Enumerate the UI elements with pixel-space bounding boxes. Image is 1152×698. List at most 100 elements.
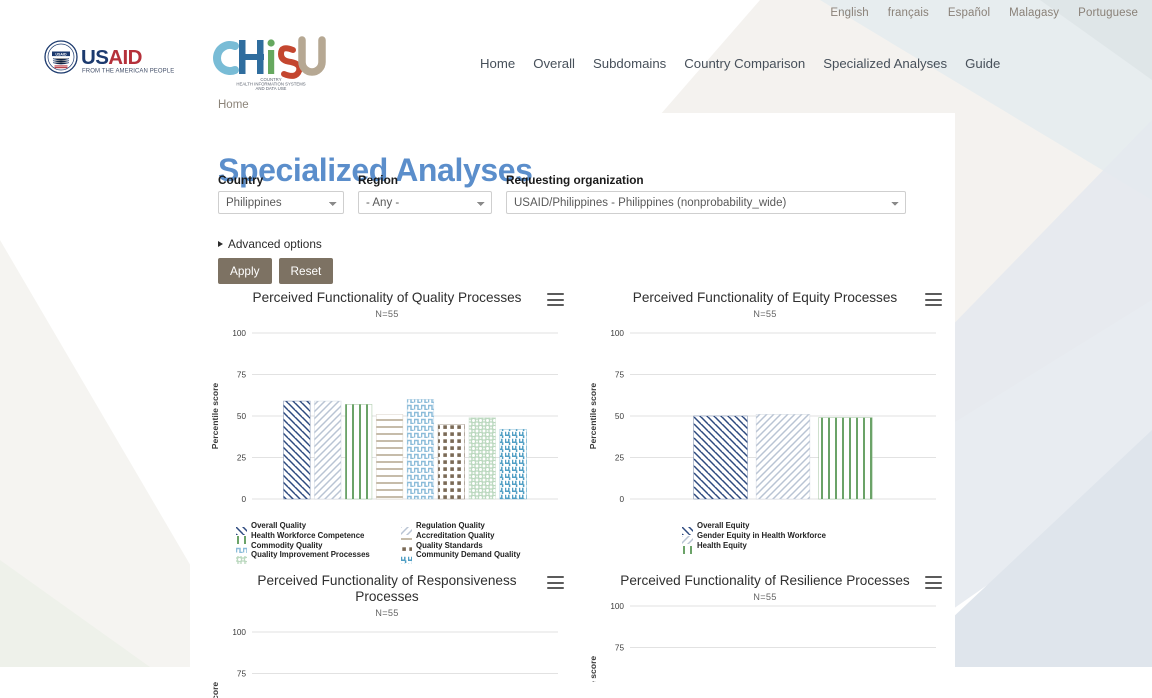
legend-item[interactable]: Gender Equity in Health Workforce xyxy=(682,530,922,545)
svg-text:75: 75 xyxy=(615,644,625,653)
nav-item-specialized-analyses[interactable]: Specialized Analyses xyxy=(823,56,947,71)
country-label: Country xyxy=(218,173,264,187)
language-link-english[interactable]: English xyxy=(830,7,868,19)
nav-item-guide[interactable]: Guide xyxy=(965,56,1000,71)
legend-column-right: Regulation Quality Accreditation Quality… xyxy=(401,521,566,564)
legend-label: Overall Quality xyxy=(251,521,307,531)
legend-item[interactable]: Health Equity xyxy=(682,540,922,555)
nav-item-home[interactable]: Home xyxy=(480,56,515,71)
chart-subtitle-responsiveness: N=55 xyxy=(375,608,399,619)
chart-row-2: Perceived Functionality of Responsivenes… xyxy=(204,571,949,698)
legend-item[interactable]: Quality Standards xyxy=(401,540,566,555)
chart-menu-icon-resilience[interactable] xyxy=(925,575,942,590)
chart-subtitle-resilience: N=55 xyxy=(753,592,777,603)
legend-label: Health Equity xyxy=(697,540,747,550)
legend-label: Regulation Quality xyxy=(416,521,485,531)
region-label: Region xyxy=(358,173,398,187)
legend-swatch-icon xyxy=(682,541,693,555)
legend-item[interactable]: Accreditation Quality xyxy=(401,531,566,545)
svg-text:0: 0 xyxy=(619,495,624,504)
bar xyxy=(438,424,465,500)
legend-item[interactable]: Commodity Quality xyxy=(236,540,401,555)
legend-swatch-icon xyxy=(236,522,247,535)
bar xyxy=(468,417,496,500)
language-switcher[interactable]: English français Español Malagasy Portug… xyxy=(0,0,1152,26)
apply-button[interactable]: Apply xyxy=(218,258,272,284)
chart-title-quality: Perceived Functionality of Quality Proce… xyxy=(252,290,522,305)
usaid-wordmark: USAID xyxy=(81,46,142,69)
bar xyxy=(407,399,434,500)
y-axis-label: Percentile score xyxy=(210,682,220,698)
language-link-malagasy[interactable]: Malagasy xyxy=(1009,7,1059,19)
svg-text:25: 25 xyxy=(615,454,625,463)
language-link-espanol[interactable]: Español xyxy=(948,7,990,19)
bar xyxy=(693,416,748,500)
chart-menu-icon-quality[interactable] xyxy=(547,292,564,307)
chart-subtitle-quality: N=55 xyxy=(375,309,399,320)
site-header: USAID USAID FROM THE AMERICAN PEOPLE COU… xyxy=(0,26,1152,113)
svg-text:75: 75 xyxy=(237,670,247,679)
legend-swatch-icon xyxy=(401,551,412,564)
bar xyxy=(756,414,810,500)
reset-button[interactable]: Reset xyxy=(278,258,334,284)
charts-grid: Perceived Functionality of Quality Proce… xyxy=(204,288,949,698)
advanced-options-label: Advanced options xyxy=(228,237,322,251)
nav-item-overall[interactable]: Overall xyxy=(533,56,575,71)
chart-plot-equity: Percentile score 0 25 50 75 100 xyxy=(582,319,948,519)
bar xyxy=(283,401,311,500)
chisu-logo[interactable]: COUNTRY HEALTH INFORMATION SYSTEMS AND D… xyxy=(205,32,337,94)
legend-swatch-icon xyxy=(236,541,247,555)
svg-text:75: 75 xyxy=(237,371,247,380)
legend-item[interactable]: Quality Improvement Processes xyxy=(236,550,401,564)
country-select[interactable]: Philippines xyxy=(218,191,344,214)
advanced-options-toggle[interactable]: Advanced options xyxy=(218,237,322,251)
legend-item[interactable]: Overall Equity xyxy=(682,521,922,535)
filter-bar: Country Philippines Region - Any - Reque… xyxy=(218,173,906,214)
legend-swatch-icon xyxy=(236,531,247,545)
legend-label: Gender Equity in Health Workforce xyxy=(697,530,826,540)
region-select[interactable]: - Any - xyxy=(358,191,492,214)
usaid-logo[interactable]: USAID USAID FROM THE AMERICAN PEOPLE xyxy=(42,40,192,80)
legend-item[interactable]: Regulation Quality xyxy=(401,521,566,535)
nav-item-subdomains[interactable]: Subdomains xyxy=(593,56,666,71)
breadcrumb-item-home[interactable]: Home xyxy=(218,99,249,111)
organization-field: Requesting organization USAID/Philippine… xyxy=(506,173,906,214)
legend-item[interactable]: Overall Quality xyxy=(236,521,401,535)
svg-text:0: 0 xyxy=(241,495,246,504)
organization-label: Requesting organization xyxy=(506,173,644,187)
bar xyxy=(818,417,873,500)
svg-text:100: 100 xyxy=(610,602,624,611)
page-body: Specialized Analyses Country Philippines… xyxy=(190,113,955,698)
chart-menu-icon-equity[interactable] xyxy=(925,292,942,307)
legend-label: Commodity Quality xyxy=(251,540,323,550)
chart-menu-icon-responsiveness[interactable] xyxy=(547,575,564,590)
legend-item[interactable]: Community Demand Quality xyxy=(401,550,566,564)
region-field: Region - Any - xyxy=(358,173,492,214)
chart-legend-quality: Overall Quality Health Workforce Compete… xyxy=(204,521,570,564)
chart-quality-processes: Perceived Functionality of Quality Proce… xyxy=(204,288,570,564)
language-link-francais[interactable]: français xyxy=(888,7,929,19)
legend-label: Health Workforce Competence xyxy=(251,530,365,540)
legend-swatch-icon xyxy=(236,551,247,564)
bar xyxy=(499,429,527,500)
chart-title-resilience: Perceived Functionality of Resilience Pr… xyxy=(620,573,910,589)
legend-swatch-icon xyxy=(401,541,412,555)
chisu-tagline-line3: AND DATA USE xyxy=(256,86,287,91)
language-link-portuguese[interactable]: Portuguese xyxy=(1078,7,1138,19)
legend-label: Quality Improvement Processes xyxy=(251,550,370,560)
usaid-tagline: FROM THE AMERICAN PEOPLE xyxy=(82,69,174,75)
chart-subtitle-equity: N=55 xyxy=(753,309,777,320)
organization-select[interactable]: USAID/Philippines - Philippines (nonprob… xyxy=(506,191,906,214)
chart-row-1: Perceived Functionality of Quality Proce… xyxy=(204,288,949,564)
legend-column-single: Overall Equity Gender Equity in Health W… xyxy=(682,521,922,555)
main-navigation[interactable]: Home Overall Subdomains Country Comparis… xyxy=(480,50,1000,76)
nav-item-country-comparison[interactable]: Country Comparison xyxy=(684,56,805,71)
form-actions: Apply Reset xyxy=(218,258,334,284)
legend-item[interactable]: Health Workforce Competence xyxy=(236,530,401,545)
bar xyxy=(376,414,403,500)
y-axis-label: Percentile score xyxy=(588,383,598,450)
chart-resilience-processes: Perceived Functionality of Resilience Pr… xyxy=(582,571,948,698)
svg-text:100: 100 xyxy=(232,329,246,338)
legend-label: Overall Equity xyxy=(697,521,750,531)
chart-title-equity: Perceived Functionality of Equity Proces… xyxy=(632,290,898,305)
